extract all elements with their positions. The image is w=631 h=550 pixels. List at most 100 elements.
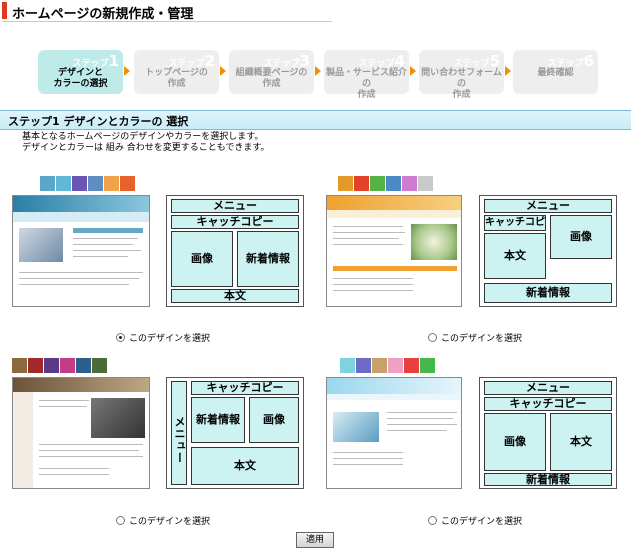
color-swatch[interactable] bbox=[420, 358, 435, 373]
step-label: 作成 bbox=[167, 79, 186, 89]
layout-diagram: メニュー キャッチコピー 画像 本文 新着情報 bbox=[479, 377, 617, 489]
layout-cell-image: 画像 bbox=[550, 215, 612, 259]
layout-cell-catch: キャッチコピー bbox=[171, 215, 299, 229]
color-swatch[interactable] bbox=[40, 176, 55, 191]
radio-label: このデザインを選択 bbox=[441, 517, 523, 527]
color-swatch[interactable] bbox=[340, 358, 355, 373]
step-4[interactable]: ステップ4 製品・サービス紹介の 作成 bbox=[324, 50, 409, 100]
description: 基本となるホームページのデザインやカラーを選択します。 デザインとカラーは 組み… bbox=[22, 132, 269, 154]
section-heading: ステップ1 デザインとカラーの 選択 bbox=[0, 110, 631, 130]
color-swatches bbox=[340, 358, 440, 374]
design-radio-2[interactable]: このデザインを選択 bbox=[428, 331, 522, 344]
color-swatch[interactable] bbox=[60, 358, 75, 373]
header-accent-bar bbox=[2, 2, 7, 19]
design-preview-image[interactable] bbox=[12, 377, 150, 489]
layout-cell-menu: メニュー bbox=[484, 199, 612, 213]
header-divider bbox=[2, 21, 332, 22]
step-arrow-icon bbox=[124, 66, 130, 76]
description-line: デザインとカラーは 組み 合わせを変更することもできます。 bbox=[22, 143, 270, 153]
radio-label: このデザインを選択 bbox=[129, 517, 211, 527]
color-swatch[interactable] bbox=[76, 358, 91, 373]
layout-diagram: メニュー キャッチコピー 画像 新着情報 本文 bbox=[166, 195, 304, 307]
color-swatch[interactable] bbox=[88, 176, 103, 191]
design-option-4: メニュー キャッチコピー 画像 本文 新着情報 このデザインを選択 bbox=[326, 358, 626, 528]
design-preview-image[interactable] bbox=[326, 195, 462, 307]
design-option-2: メニュー キャッチコピー 画像 本文 新着情報 このデザインを選択 bbox=[326, 176, 626, 346]
design-option-3: メニュー キャッチコピー 新着情報 画像 本文 このデザインを選択 bbox=[12, 358, 312, 528]
step-label: 製品・サービス紹介の bbox=[325, 68, 407, 89]
color-swatch[interactable] bbox=[388, 358, 403, 373]
page-header: ホームページの新規作成・管理 bbox=[0, 0, 631, 22]
step-arrow-icon bbox=[505, 66, 511, 76]
color-swatches bbox=[40, 176, 140, 192]
layout-cell-news: 新着情報 bbox=[484, 473, 612, 486]
step-label: デザインと bbox=[57, 68, 103, 78]
step-3[interactable]: ステップ3 組織概要ページの 作成 bbox=[229, 50, 314, 94]
step-label: 作成 bbox=[357, 90, 376, 100]
color-swatch[interactable] bbox=[356, 358, 371, 373]
color-swatch[interactable] bbox=[92, 358, 107, 373]
color-swatch[interactable] bbox=[354, 176, 369, 191]
color-swatch[interactable] bbox=[402, 176, 417, 191]
step-5[interactable]: ステップ5 問い合わせフォームの 作成 bbox=[419, 50, 504, 100]
layout-diagram: メニュー キャッチコピー 新着情報 画像 本文 bbox=[166, 377, 304, 489]
design-preview-image[interactable] bbox=[12, 195, 150, 307]
color-swatch[interactable] bbox=[44, 358, 59, 373]
color-swatch[interactable] bbox=[418, 176, 433, 191]
layout-cell-body: 本文 bbox=[550, 413, 612, 471]
step-label: 組織概要ページの bbox=[235, 68, 308, 78]
step-arrow-icon bbox=[410, 66, 416, 76]
design-preview-image[interactable] bbox=[326, 377, 462, 489]
radio-button[interactable] bbox=[116, 516, 125, 525]
layout-cell-catch: キャッチコピー bbox=[484, 397, 612, 411]
layout-cell-image: 画像 bbox=[484, 413, 546, 471]
layout-cell-catch: キャッチコピー bbox=[484, 215, 546, 242]
apply-button[interactable]: 適用 bbox=[296, 532, 334, 548]
radio-button[interactable] bbox=[116, 333, 125, 342]
color-swatch[interactable] bbox=[370, 176, 385, 191]
layout-cell-news: 新着情報 bbox=[191, 397, 245, 443]
radio-button[interactable] bbox=[428, 516, 437, 525]
layout-cell-image: 画像 bbox=[171, 231, 233, 287]
color-swatch[interactable] bbox=[56, 176, 71, 191]
color-swatch[interactable] bbox=[120, 176, 135, 191]
step-label: 問い合わせフォームの bbox=[421, 68, 502, 89]
color-swatch[interactable] bbox=[28, 358, 43, 373]
layout-cell-body: 本文 bbox=[191, 447, 299, 485]
layout-cell-menu: メニュー bbox=[171, 381, 187, 485]
page-title: ホームページの新規作成・管理 bbox=[12, 7, 194, 22]
step-progress: ステップ1 デザインと カラーの選択 ステップ2 トップページの 作成 ステップ3 … bbox=[38, 50, 598, 100]
color-swatch[interactable] bbox=[12, 358, 27, 373]
layout-cell-menu: メニュー bbox=[484, 381, 612, 395]
section-title: ステップ1 デザインとカラーの 選択 bbox=[8, 115, 189, 128]
layout-diagram: メニュー キャッチコピー 画像 本文 新着情報 bbox=[479, 195, 617, 307]
color-swatches bbox=[338, 176, 438, 192]
color-swatch[interactable] bbox=[104, 176, 119, 191]
color-swatches bbox=[12, 358, 112, 374]
description-line: 基本となるホームページのデザインやカラーを選択します。 bbox=[22, 132, 264, 142]
radio-button[interactable] bbox=[428, 333, 437, 342]
step-label: 最終確認 bbox=[537, 68, 574, 78]
step-1[interactable]: ステップ1 デザインと カラーの選択 bbox=[38, 50, 123, 94]
radio-label: このデザインを選択 bbox=[129, 334, 211, 344]
layout-cell-news: 新着情報 bbox=[237, 231, 299, 287]
design-radio-1[interactable]: このデザインを選択 bbox=[116, 331, 210, 344]
design-radio-4[interactable]: このデザインを選択 bbox=[428, 514, 522, 527]
color-swatch[interactable] bbox=[72, 176, 87, 191]
design-radio-3[interactable]: このデザインを選択 bbox=[116, 514, 210, 527]
step-6[interactable]: ステップ6 最終確認 bbox=[513, 50, 598, 94]
step-label: 作成 bbox=[452, 90, 471, 100]
layout-cell-catch: キャッチコピー bbox=[191, 381, 299, 395]
color-swatch[interactable] bbox=[372, 358, 387, 373]
color-swatch[interactable] bbox=[386, 176, 401, 191]
layout-cell-news: 新着情報 bbox=[484, 283, 612, 303]
color-swatch[interactable] bbox=[404, 358, 419, 373]
color-swatch[interactable] bbox=[338, 176, 353, 191]
step-arrow-icon bbox=[315, 66, 321, 76]
step-label: 作成 bbox=[262, 79, 281, 89]
step-arrow-icon bbox=[220, 66, 226, 76]
step-label: カラーの選択 bbox=[53, 79, 108, 89]
step-2[interactable]: ステップ2 トップページの 作成 bbox=[134, 50, 219, 94]
layout-cell-menu: メニュー bbox=[171, 199, 299, 213]
layout-cell-body: 本文 bbox=[484, 233, 546, 279]
